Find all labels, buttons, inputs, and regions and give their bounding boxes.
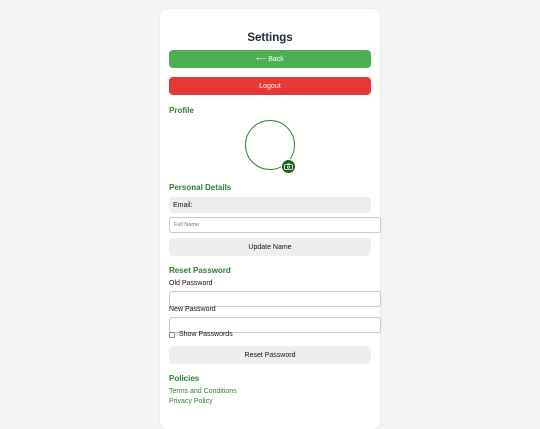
page-title: Settings: [247, 32, 293, 44]
old-password-label: Old Password: [169, 280, 213, 287]
reset-password-button[interactable]: Reset Password: [169, 346, 371, 364]
back-button[interactable]: ⟵ Back: [169, 50, 371, 68]
new-password-label: New Password: [169, 306, 216, 313]
show-passwords-checkbox[interactable]: [169, 331, 175, 338]
personal-details-heading: Personal Details: [169, 183, 232, 192]
logout-button[interactable]: Logout: [169, 77, 371, 95]
profile-heading: Profile: [169, 106, 194, 115]
privacy-link[interactable]: Privacy Policy: [169, 398, 213, 405]
full-name-input[interactable]: [169, 217, 381, 233]
email-display: Email:: [169, 197, 371, 213]
old-password-input[interactable]: [169, 291, 381, 307]
update-name-button[interactable]: Update Name: [169, 238, 371, 256]
email-label: Email:: [173, 201, 193, 209]
show-passwords-label: Show Passwords: [179, 331, 233, 338]
settings-card: Settings ⟵ Back Logout Profile Personal …: [160, 9, 381, 429]
show-passwords-row[interactable]: Show Passwords: [169, 331, 233, 338]
policies-heading: Policies: [169, 374, 200, 383]
camera-icon: [284, 163, 293, 170]
reset-password-heading: Reset Password: [169, 266, 231, 275]
terms-link[interactable]: Terms and Conditions: [169, 388, 237, 395]
avatar-edit-button[interactable]: [281, 159, 296, 174]
